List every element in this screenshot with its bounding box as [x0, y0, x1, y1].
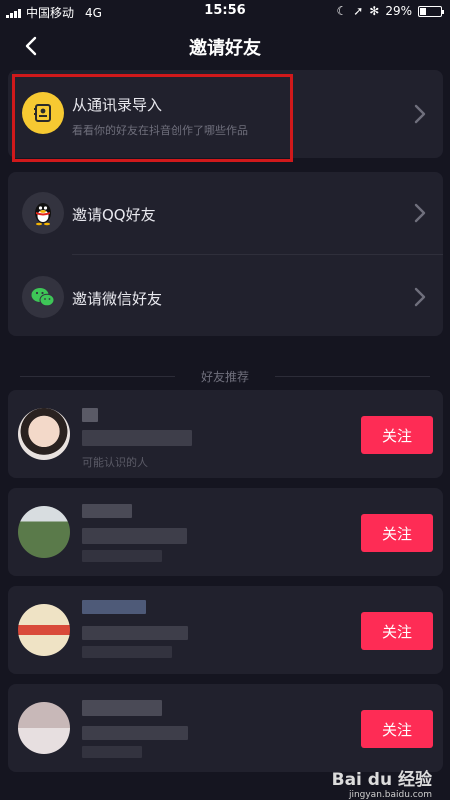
invite-wechat-row[interactable]: 邀请微信好友 — [8, 256, 443, 336]
page-title: 邀请好友 — [189, 38, 261, 59]
recommend-reason: 可能认识的人 — [82, 456, 148, 469]
avatar[interactable] — [18, 408, 70, 460]
battery-icon — [418, 5, 444, 17]
blurred-info — [82, 746, 142, 758]
blurred-info — [82, 430, 192, 446]
blurred-info — [82, 528, 187, 544]
chevron-right-icon — [414, 287, 426, 307]
recommend-row: 关注 — [8, 488, 443, 576]
blurred-name — [82, 504, 132, 518]
section-title: 好友推荐 — [0, 368, 450, 385]
follow-button[interactable]: 关注 — [361, 710, 433, 748]
blurred-name — [82, 700, 162, 716]
bluetooth-icon: ✻ — [369, 4, 380, 18]
recommend-row: 关注 — [8, 586, 443, 674]
blurred-name — [82, 600, 146, 614]
blurred-name — [82, 408, 98, 422]
wechat-icon — [22, 276, 64, 318]
invite-qq-row[interactable]: 邀请QQ好友 — [8, 172, 443, 252]
location-icon: ➚ — [353, 4, 364, 18]
invite-card: 邀请QQ好友 邀请微信好友 — [8, 172, 443, 336]
follow-button[interactable]: 关注 — [361, 612, 433, 650]
follow-button[interactable]: 关注 — [361, 514, 433, 552]
blurred-info — [82, 726, 188, 740]
battery-percent: 29% — [385, 4, 412, 18]
chevron-right-icon — [414, 104, 426, 124]
recommend-row: 可能认识的人 关注 — [8, 390, 443, 478]
status-bar: 中国移动 4G 15:56 ☾ ➚ ✻ 29% — [0, 0, 450, 24]
avatar[interactable] — [18, 702, 70, 754]
highlight-box — [12, 74, 293, 162]
invite-qq-label: 邀请QQ好友 — [72, 206, 156, 224]
blurred-info — [82, 550, 162, 562]
invite-wechat-label: 邀请微信好友 — [72, 290, 163, 308]
nav-header: 邀请好友 — [0, 24, 450, 68]
recommend-row: 关注 — [8, 684, 443, 772]
avatar[interactable] — [18, 604, 70, 656]
watermark-url: jingyan.baidu.com — [348, 790, 432, 800]
follow-button[interactable]: 关注 — [361, 416, 433, 454]
divider — [72, 254, 443, 255]
moon-icon: ☾ — [336, 4, 348, 18]
watermark-logo: Bai du 经验 — [331, 770, 432, 790]
chevron-right-icon — [414, 203, 426, 223]
qq-penguin-icon — [22, 192, 64, 234]
avatar[interactable] — [18, 506, 70, 558]
blurred-info — [82, 626, 188, 640]
blurred-info — [82, 646, 172, 658]
